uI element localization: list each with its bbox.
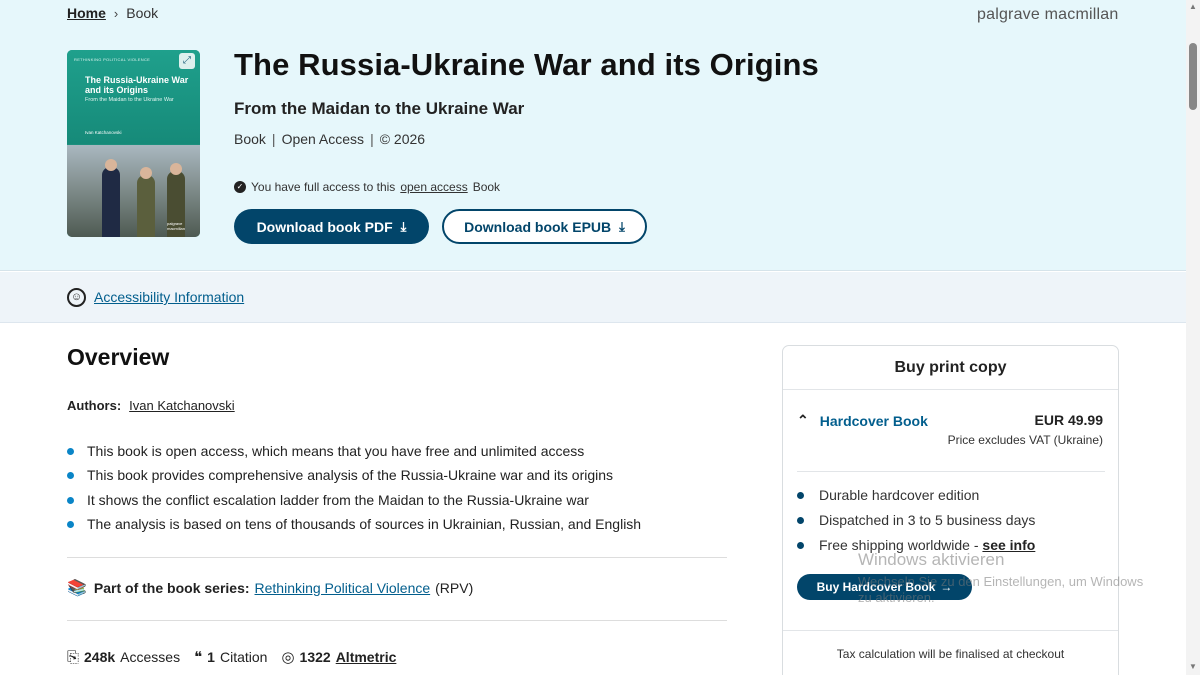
divider [783, 630, 1118, 631]
book-subtitle: From the Maidan to the Ukraine War [234, 99, 525, 118]
authors: Authors: Ivan Katchanovski [67, 398, 235, 413]
windows-activation-watermark: Windows aktivieren [858, 550, 1005, 569]
breadcrumb-home-link[interactable]: Home [67, 5, 106, 21]
accessibility-bar: ☺ Accessibility Information [0, 272, 1186, 323]
list-item: This book is open access, which means th… [67, 442, 641, 466]
download-pdf-button[interactable]: Download book PDF ⤓ [234, 209, 429, 244]
open-access-link[interactable]: open access [400, 180, 467, 194]
altmetric-icon: ◎ [281, 649, 295, 666]
altmetric-link[interactable]: Altmetric [336, 649, 397, 665]
meta-type: Book [234, 131, 266, 147]
chevron-right-icon: › [113, 5, 119, 21]
list-item: The analysis is based on tens of thousan… [67, 515, 641, 539]
download-icon: ⤓ [619, 218, 625, 234]
buy-print-copy-panel: Buy print copy ⌃ Hardcover Book EUR 49.9… [782, 345, 1119, 675]
divider [67, 557, 727, 558]
accesses-icon: ⎘ [67, 648, 80, 666]
author-link[interactable]: Ivan Katchanovski [129, 398, 235, 413]
cover-subtitle: From the Maidan to the Ukraine War [85, 97, 174, 103]
meta-separator: | [271, 131, 276, 147]
book-metrics: ⎘ 248k Accesses ❝ 1 Citation ◎ 1322 Altm… [67, 648, 397, 667]
book-title: The Russia-Ukraine War and its Origins [234, 47, 819, 82]
citation-icon: ❝ [194, 649, 203, 666]
meta-separator: | [370, 131, 374, 147]
download-epub-button[interactable]: Download book EPUB ⤓ [442, 209, 647, 244]
cover-series: RETHINKING POLITICAL VIOLENCE [74, 57, 151, 62]
meta-copyright: © 2026 [379, 131, 426, 147]
cover-author: Ivan Katchanovski [85, 130, 122, 135]
check-circle-icon: ✓ [234, 181, 246, 193]
books-icon: 📚 [67, 580, 87, 597]
meta-access: Open Access [281, 131, 365, 147]
accessibility-information-link[interactable]: Accessibility Information [94, 289, 244, 305]
breadcrumb-current: Book [126, 5, 159, 21]
chevron-up-icon[interactable]: ⌃ [797, 412, 809, 429]
divider [797, 471, 1105, 472]
breadcrumb: Home › Book [67, 5, 158, 21]
vat-note: Price excludes VAT (Ukraine) [947, 433, 1103, 447]
book-header: Home › Book palgrave macmillan RETHINKIN… [0, 0, 1186, 271]
publisher-logo[interactable]: palgrave macmillan [977, 6, 1118, 24]
download-icon: ⤓ [400, 218, 407, 234]
list-item: Dispatched in 3 to 5 business days [797, 511, 1035, 536]
expand-icon[interactable]: ⤢ [179, 53, 195, 69]
buy-panel-title: Buy print copy [783, 346, 1118, 390]
accessibility-icon: ☺ [67, 288, 86, 307]
list-item: Durable hardcover edition [797, 486, 1035, 511]
cover-publisher: palgrave macmillan [167, 221, 186, 231]
overview-title: Overview [67, 344, 170, 370]
book-cover[interactable]: RETHINKING POLITICAL VIOLENCE The Russia… [67, 50, 200, 237]
access-notice: ✓ You have full access to this open acce… [234, 180, 500, 194]
scroll-up-icon[interactable]: ▲ [1189, 2, 1197, 11]
divider [67, 620, 727, 621]
book-series: 📚 Part of the book series: Rethinking Po… [67, 580, 474, 597]
overview-bullets: This book is open access, which means th… [67, 442, 641, 539]
scroll-down-icon[interactable]: ▼ [1189, 662, 1197, 671]
hardcover-label[interactable]: Hardcover Book [820, 413, 928, 429]
tax-note: Tax calculation will be finalised at che… [836, 647, 1065, 661]
accesses-metric: ⎘ 248k Accesses [67, 648, 181, 666]
altmetric-metric: ◎ 1322 Altmetric [281, 649, 397, 666]
series-link[interactable]: Rethinking Political Violence [255, 580, 431, 596]
price: EUR 49.99 [1034, 412, 1103, 428]
page-scrollbar[interactable]: ▲ ▼ [1186, 0, 1200, 675]
windows-activation-subtext: Wechseln Sie zu den Einstellungen, um Wi… [858, 574, 1144, 605]
list-item: It shows the conflict escalation ladder … [67, 491, 641, 515]
list-item: This book provides comprehensive analysi… [67, 466, 641, 490]
book-meta: Book | Open Access | © 2026 [234, 131, 425, 147]
scrollbar-thumb[interactable] [1189, 43, 1197, 110]
cover-title: The Russia-Ukraine War and its Origins [85, 75, 189, 95]
citations-metric: ❝ 1 Citation [194, 649, 268, 666]
authors-label: Authors: [67, 398, 122, 413]
